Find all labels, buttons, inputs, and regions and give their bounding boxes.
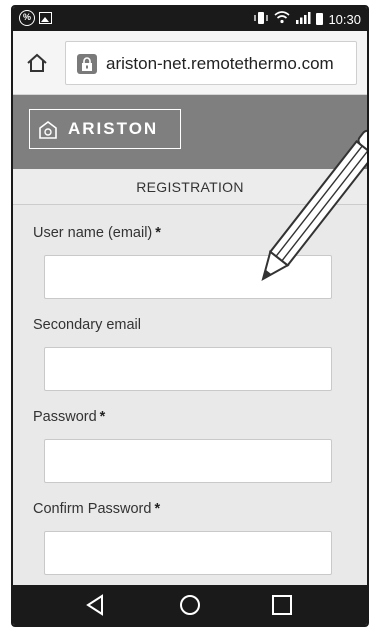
password-label: Password *	[33, 409, 105, 425]
logo-text: ARISTON	[68, 119, 159, 138]
password-label-text: Password	[33, 409, 97, 425]
clock: 10:30	[328, 11, 361, 27]
vibrate-icon	[253, 11, 269, 27]
status-bar: % 10:30	[13, 7, 367, 31]
home-circle-icon[interactable]	[178, 593, 202, 617]
secondary-email-label: Secondary email	[33, 317, 144, 333]
secondary-email-input[interactable]	[44, 347, 332, 391]
url-text: ariston-net.remotethermo.com	[106, 54, 334, 73]
system-nav-bar	[13, 585, 367, 625]
username-label: User name (email) *	[33, 225, 161, 241]
wifi-icon	[274, 11, 290, 27]
required-marker: *	[155, 225, 161, 241]
image-icon	[39, 12, 52, 24]
battery-icon	[316, 13, 324, 25]
lock-icon	[77, 54, 97, 74]
page-title: REGISTRATION	[136, 179, 244, 195]
recents-icon[interactable]	[270, 593, 294, 617]
signal-icon	[295, 11, 311, 27]
browser-toolbar: ariston-net.remotethermo.com	[13, 31, 367, 95]
required-marker: *	[99, 409, 106, 425]
secondary-email-label-text: Secondary email	[33, 317, 141, 333]
required-marker: *	[154, 501, 161, 517]
percent-icon: %	[19, 10, 35, 26]
url-field[interactable]: ariston-net.remotethermo.com	[65, 41, 357, 85]
confirm-password-label: Confirm Password *	[33, 501, 160, 517]
confirm-password-label-text: Confirm Password	[33, 501, 152, 517]
logo-house-icon	[38, 120, 58, 145]
back-icon[interactable]	[83, 593, 107, 617]
password-input[interactable]	[44, 439, 332, 483]
ariston-logo[interactable]: ARISTON	[29, 109, 181, 149]
phone-frame: % 10:30 ariston-net.remotethermo.com ARI…	[0, 0, 380, 636]
screen: % 10:30 ariston-net.remotethermo.com ARI…	[11, 5, 369, 627]
confirm-password-input[interactable]	[44, 531, 332, 575]
pencil-icon	[261, 129, 367, 282]
home-icon[interactable]	[25, 51, 49, 75]
username-label-text: User name (email)	[33, 225, 153, 241]
